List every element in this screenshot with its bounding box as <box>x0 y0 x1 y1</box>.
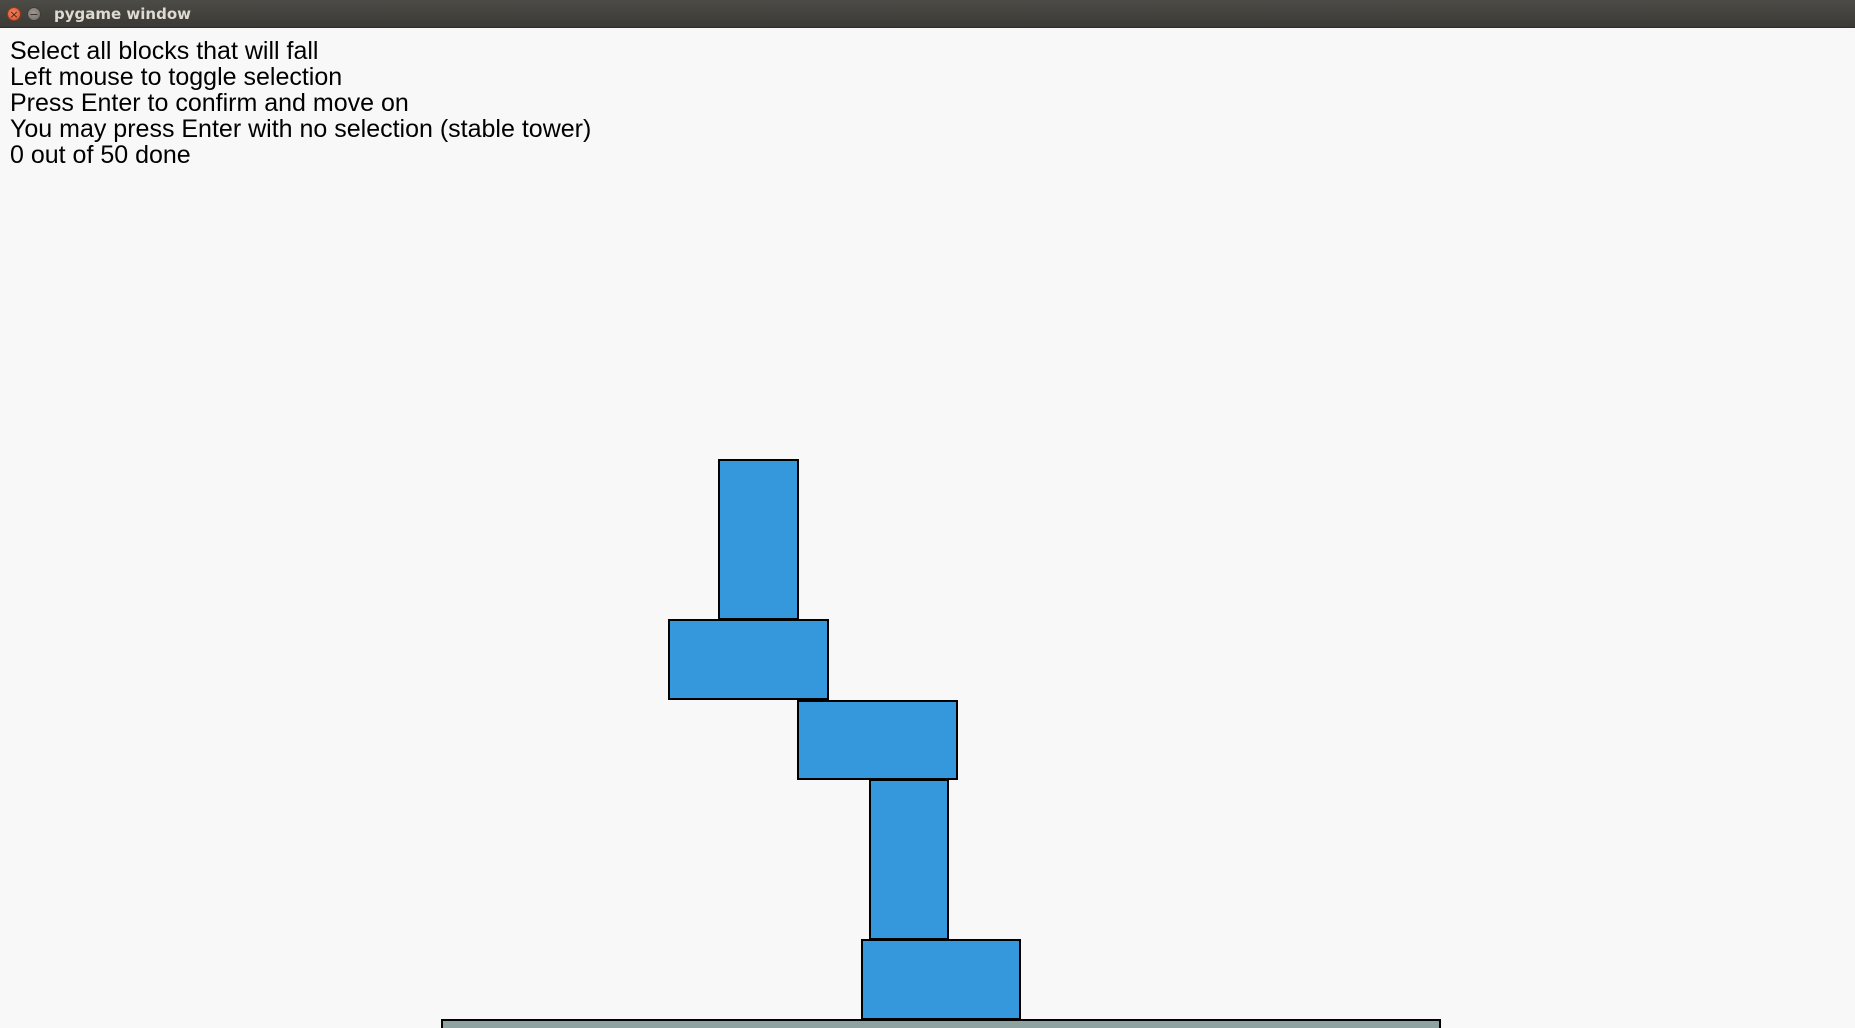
tower-block-3[interactable] <box>797 700 958 780</box>
title-bar: × − pygame window <box>0 0 1855 28</box>
instruction-select-blocks: Select all blocks that will fall <box>10 37 319 65</box>
pygame-window: × − pygame window Select all blocks that… <box>0 0 1855 1028</box>
instruction-left-mouse: Left mouse to toggle selection <box>10 63 343 91</box>
instruction-no-selection: You may press Enter with no selection (s… <box>10 115 592 143</box>
window-title: pygame window <box>54 5 191 23</box>
progress-counter: 0 out of 50 done <box>10 141 191 169</box>
tower-block-4[interactable] <box>869 779 949 940</box>
tower-block-5[interactable] <box>861 939 1021 1020</box>
instructions-text: Select all blocks that will fall Left mo… <box>10 38 591 168</box>
close-icon[interactable]: × <box>7 7 21 21</box>
tower-block-1[interactable] <box>718 459 799 620</box>
minimize-icon[interactable]: − <box>27 7 41 21</box>
instruction-press-enter: Press Enter to confirm and move on <box>10 89 409 117</box>
tower-block-2[interactable] <box>668 619 829 700</box>
ground-platform <box>441 1019 1441 1028</box>
game-canvas[interactable]: Select all blocks that will fall Left mo… <box>0 28 1855 1028</box>
